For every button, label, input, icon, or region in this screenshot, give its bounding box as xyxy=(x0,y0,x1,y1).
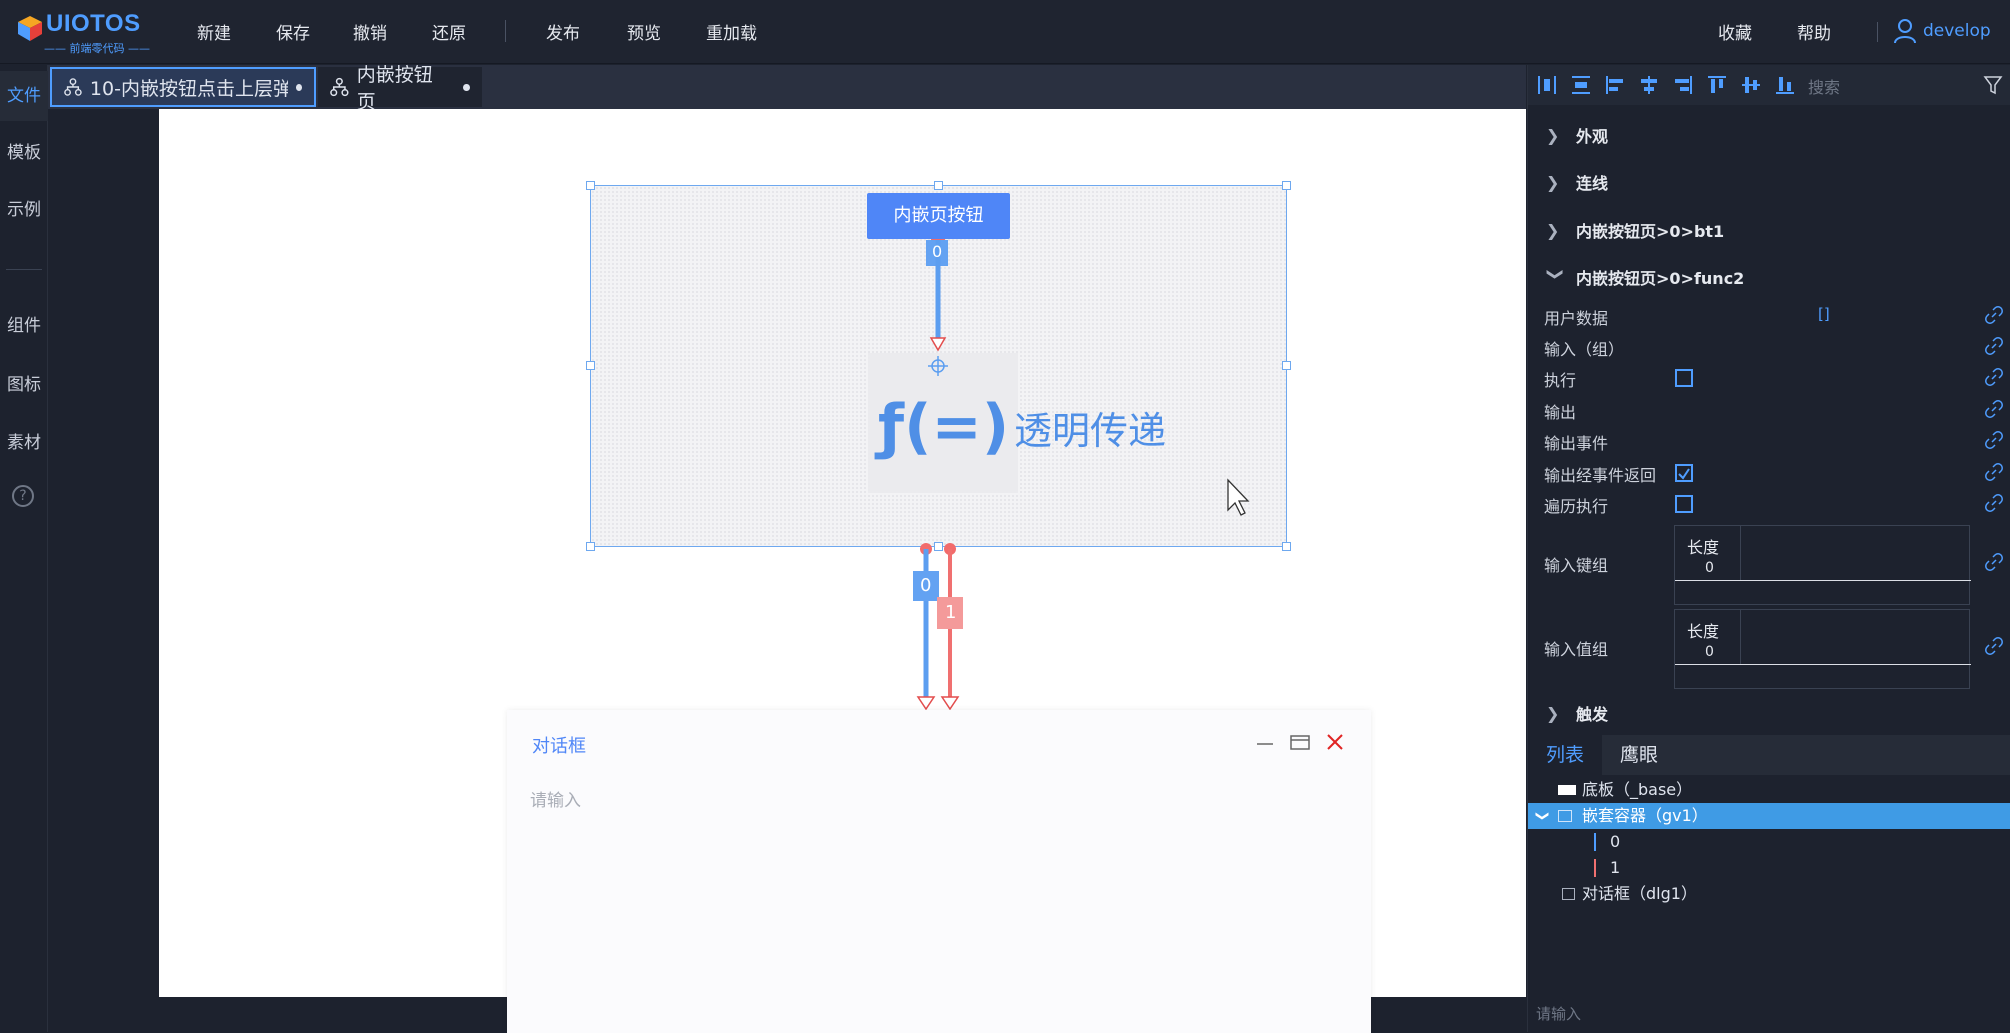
align-right-icon[interactable] xyxy=(1672,74,1694,96)
link-icon[interactable] xyxy=(1985,637,2003,655)
tree-item-base[interactable]: 底板（_base） xyxy=(1528,777,2010,803)
chevron-right-icon: ❯ xyxy=(1546,172,1560,192)
tree-label: 对话框（dlg1） xyxy=(1582,884,1697,903)
function-symbol: ƒ(=) xyxy=(878,392,1010,462)
align-distribute-v-icon[interactable] xyxy=(1570,74,1592,96)
link-label-0: 0 xyxy=(920,575,932,596)
output-event-return-checkbox[interactable] xyxy=(1675,464,1693,482)
dialog-title: 对话框 xyxy=(532,736,586,757)
length-header: 长度 xyxy=(1687,622,1720,641)
prop-execute: 执行 xyxy=(1544,371,1577,390)
execute-checkbox[interactable] xyxy=(1675,369,1693,387)
tree-label: 0 xyxy=(1610,832,1621,851)
link-icon[interactable] xyxy=(1985,494,2003,512)
tree-label: 1 xyxy=(1610,858,1621,877)
align-distribute-h-icon[interactable] xyxy=(1536,74,1558,96)
tree-label: 嵌套容器（gv1） xyxy=(1582,806,1708,825)
input-values-table[interactable]: 长度 0 xyxy=(1674,609,1971,689)
link-icon[interactable] xyxy=(1985,431,2003,449)
input-keys-table[interactable]: 长度 0 xyxy=(1674,525,1971,605)
section-trigger[interactable]: ❯ 触发 xyxy=(1528,691,2010,735)
section-label: 连线 xyxy=(1576,174,1609,193)
mouse-cursor-icon xyxy=(1227,478,1250,516)
prop-user-data: 用户数据 xyxy=(1544,309,1609,328)
prop-input-group: 输入（组） xyxy=(1544,340,1625,359)
chevron-right-icon: ❯ xyxy=(1546,220,1560,240)
table-divider xyxy=(1675,580,1971,581)
link-label-top: 0 xyxy=(932,242,943,261)
link-icon[interactable] xyxy=(1985,337,2003,355)
table-divider xyxy=(1675,664,1971,665)
link-arrow xyxy=(916,696,936,711)
prop-traverse-execute: 遍历执行 xyxy=(1544,497,1609,516)
section-label: 内嵌按钮页>0>bt1 xyxy=(1576,222,1725,241)
prop-output-event: 输出事件 xyxy=(1544,434,1609,453)
minimize-icon[interactable] xyxy=(1255,732,1275,752)
length-header: 长度 xyxy=(1687,538,1720,557)
tree-item-link-0[interactable]: 0 xyxy=(1528,829,2010,855)
dialog-icon xyxy=(1562,888,1575,900)
prop-output: 输出 xyxy=(1544,403,1577,422)
link-arrow xyxy=(929,337,947,352)
tab-list[interactable]: 列表 xyxy=(1528,735,1603,775)
base-icon xyxy=(1558,785,1576,795)
prop-input-values: 输入值组 xyxy=(1544,640,1609,659)
filter-icon[interactable] xyxy=(1983,74,2003,96)
align-middle-v-icon[interactable] xyxy=(1740,74,1762,96)
chevron-right-icon: ❯ xyxy=(1546,703,1560,723)
checkmark-icon xyxy=(1678,468,1690,480)
section-func2[interactable]: ❯ 内嵌按钮页>0>func2 xyxy=(1528,255,2010,299)
align-left-icon[interactable] xyxy=(1604,74,1626,96)
section-label: 外观 xyxy=(1576,127,1609,146)
table-divider xyxy=(1740,610,1741,664)
align-toolbar: 搜索 xyxy=(1528,65,2010,105)
crosshair-icon xyxy=(928,356,948,376)
table-divider xyxy=(1740,526,1741,580)
link-label-1: 1 xyxy=(945,602,957,623)
user-data-value[interactable]: [] xyxy=(1818,305,1830,323)
maximize-icon[interactable] xyxy=(1289,732,1311,752)
dialog-dlg1[interactable]: 对话框 请输入 xyxy=(507,710,1371,1033)
prop-output-event-return: 输出经事件返回 xyxy=(1544,466,1657,485)
link-arrow xyxy=(940,696,960,711)
chevron-right-icon: ❯ xyxy=(1546,125,1560,145)
section-links[interactable]: ❯ 连线 xyxy=(1528,160,2010,204)
traverse-execute-checkbox[interactable] xyxy=(1675,495,1693,513)
length-value: 0 xyxy=(1705,560,1714,576)
section-label: 触发 xyxy=(1576,705,1609,724)
link-icon[interactable] xyxy=(1985,553,2003,571)
link-color-bar xyxy=(1594,859,1596,877)
link-icon[interactable] xyxy=(1985,306,2003,324)
align-center-h-icon[interactable] xyxy=(1638,74,1660,96)
tree-item-link-1[interactable]: 1 xyxy=(1528,855,2010,881)
section-appearance[interactable]: ❯ 外观 xyxy=(1528,113,2010,157)
prop-input-keys: 输入键组 xyxy=(1544,556,1609,575)
section-label: 内嵌按钮页>0>func2 xyxy=(1576,269,1745,288)
section-bt1[interactable]: ❯ 内嵌按钮页>0>bt1 xyxy=(1528,208,2010,252)
container-icon xyxy=(1558,810,1572,822)
chevron-down-icon: ❯ xyxy=(1534,810,1550,822)
link-icon[interactable] xyxy=(1985,463,2003,481)
link-icon[interactable] xyxy=(1985,400,2003,418)
link-icon[interactable] xyxy=(1985,368,2003,386)
function-name: 透明传递 xyxy=(1014,409,1167,453)
length-value: 0 xyxy=(1705,644,1714,660)
tree-label: 底板（_base） xyxy=(1582,780,1693,799)
list-tabs: 列表 鹰眼 xyxy=(1528,735,2010,775)
link-color-bar xyxy=(1594,833,1596,851)
search-input[interactable]: 搜索 xyxy=(1808,74,1840,98)
chevron-down-icon: ❯ xyxy=(1546,267,1566,281)
close-icon[interactable] xyxy=(1325,732,1345,752)
tree-item-dlg1[interactable]: 对话框（dlg1） xyxy=(1528,881,2010,907)
align-top-icon[interactable] xyxy=(1706,74,1728,96)
bottom-search-input[interactable]: 请输入 xyxy=(1536,1003,1581,1024)
align-bottom-icon[interactable] xyxy=(1774,74,1796,96)
tree-item-gv1[interactable]: ❯ 嵌套容器（gv1） xyxy=(1528,803,2010,829)
inner-page-button[interactable]: 内嵌页按钮 xyxy=(867,193,1010,239)
right-panel: 搜索 ❯ 外观 ❯ 连线 ❯ 内嵌按钮页>0>bt1 ❯ 内嵌按钮页>0>func2 用… xyxy=(1527,65,2010,1032)
dialog-input[interactable]: 请输入 xyxy=(530,786,581,811)
tab-eagle-eye[interactable]: 鹰眼 xyxy=(1602,735,1676,775)
